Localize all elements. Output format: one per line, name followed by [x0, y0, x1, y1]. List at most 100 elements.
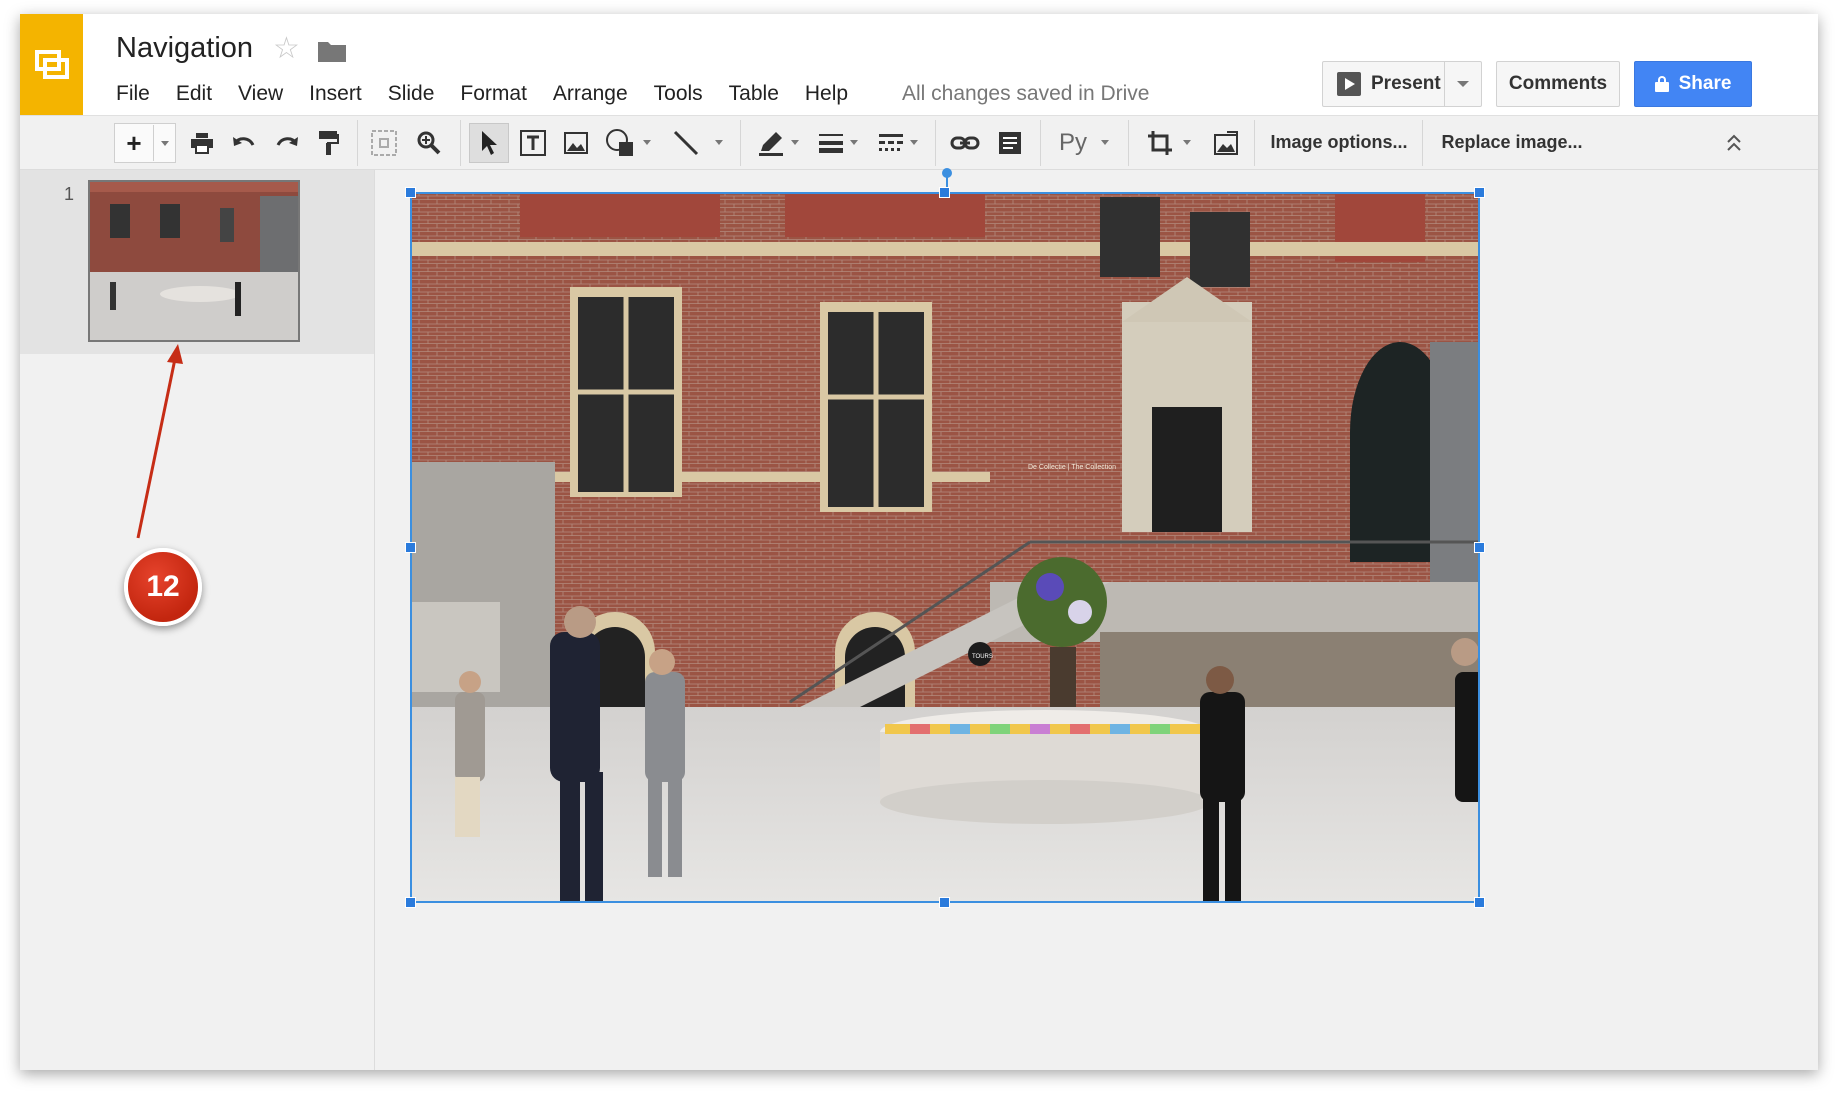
redo-icon — [276, 136, 298, 146]
line-icon — [673, 130, 699, 155]
collapse-toolbar-button[interactable] — [1714, 116, 1754, 169]
input-tools-label: Py — [1058, 128, 1087, 156]
new-slide-options[interactable] — [154, 140, 175, 146]
resize-handle-top-right[interactable] — [1474, 187, 1485, 198]
print-icon — [191, 132, 213, 154]
menu-format[interactable]: Format — [460, 81, 527, 107]
resize-handle-bottom-right[interactable] — [1474, 897, 1485, 908]
toolbar-separator — [1040, 120, 1041, 166]
menu-file[interactable]: File — [116, 81, 150, 107]
image-options-label: Image options... — [1270, 132, 1408, 152]
chevron-down-icon — [643, 140, 651, 145]
play-icon — [1337, 72, 1361, 96]
share-button[interactable]: Share — [1634, 61, 1752, 107]
reset-image-icon — [1214, 130, 1238, 155]
plus-icon: + — [115, 125, 154, 161]
menu-bar: File Edit View Insert Slide Format Arran… — [116, 81, 874, 107]
replace-image-button[interactable]: Replace image... — [1424, 116, 1600, 169]
crop-icon — [1148, 130, 1172, 155]
toolbar-separator — [935, 120, 936, 166]
slide-filmstrip: 1 — [20, 170, 375, 1070]
link-icon — [950, 136, 980, 149]
fit-zoom-icon — [371, 129, 397, 156]
shape-icon — [606, 128, 633, 156]
chevron-down-icon — [1457, 81, 1469, 87]
undo-button[interactable] — [227, 116, 261, 169]
paint-format-button[interactable] — [312, 116, 346, 169]
insert-link-button[interactable] — [945, 116, 985, 169]
zoom-icon — [417, 131, 441, 154]
resize-handle-top-left[interactable] — [405, 187, 416, 198]
chevron-down-icon — [715, 140, 723, 145]
share-label: Share — [1678, 73, 1732, 94]
line-button[interactable] — [664, 116, 730, 169]
menu-edit[interactable]: Edit — [176, 81, 212, 107]
reset-image-button[interactable] — [1206, 116, 1246, 169]
toolbar: + Py Image options... Replace image... — [20, 115, 1818, 170]
document-title[interactable]: Navigation — [116, 32, 253, 65]
star-icon[interactable]: ☆ — [273, 32, 300, 66]
resize-handle-bottom-left[interactable] — [405, 897, 416, 908]
crop-button[interactable] — [1136, 116, 1202, 169]
menu-view[interactable]: View — [238, 81, 283, 107]
museum-photo: De Collectie | The Collection TOURS — [410, 192, 1480, 903]
resize-handle-top[interactable] — [939, 187, 950, 198]
toolbar-separator — [1422, 120, 1423, 166]
paint-format-icon — [319, 130, 339, 155]
menu-slide[interactable]: Slide — [388, 81, 435, 107]
new-slide-button[interactable]: + — [114, 123, 176, 163]
menu-insert[interactable]: Insert — [309, 81, 362, 107]
toolbar-separator — [460, 120, 461, 166]
callout-badge: 12 — [124, 548, 202, 626]
slide-canvas[interactable]: De Collectie | The Collection TOURS — [375, 168, 1818, 1070]
line-dash-icon — [879, 133, 903, 151]
text-box-button[interactable] — [514, 116, 552, 169]
present-options-button[interactable] — [1445, 81, 1481, 87]
slide-thumbnail-image — [90, 182, 298, 340]
rotate-handle[interactable] — [942, 168, 952, 178]
chevron-down-icon — [791, 140, 799, 145]
toolbar-separator — [357, 120, 358, 166]
comment-icon — [999, 131, 1021, 154]
line-weight-button[interactable] — [810, 116, 866, 169]
shape-button[interactable] — [600, 116, 656, 169]
insert-comment-button[interactable] — [990, 116, 1030, 169]
line-color-button[interactable] — [750, 116, 806, 169]
chevron-down-icon — [1183, 140, 1191, 145]
resize-handle-right[interactable] — [1474, 542, 1485, 553]
comments-button[interactable]: Comments — [1496, 61, 1620, 107]
redo-button[interactable] — [270, 116, 304, 169]
menu-arrange[interactable]: Arrange — [553, 81, 628, 107]
menu-tools[interactable]: Tools — [654, 81, 703, 107]
toolbar-separator — [1128, 120, 1129, 166]
tours-sign: TOURS — [972, 654, 993, 660]
undo-icon — [233, 136, 255, 146]
zoom-button[interactable] — [410, 116, 448, 169]
folder-icon[interactable] — [317, 39, 347, 68]
print-button[interactable] — [185, 116, 219, 169]
slides-logo[interactable] — [20, 14, 83, 115]
menu-table[interactable]: Table — [729, 81, 779, 107]
selected-image[interactable]: De Collectie | The Collection TOURS — [410, 192, 1480, 903]
save-status[interactable]: All changes saved in Drive — [902, 81, 1149, 107]
present-button-group: Present — [1322, 61, 1482, 107]
insert-image-button[interactable] — [557, 116, 595, 169]
select-tool-button[interactable] — [469, 116, 509, 169]
slides-logo-icon — [34, 49, 69, 79]
resize-handle-bottom[interactable] — [939, 897, 950, 908]
app-window: Navigation ☆ File Edit View Insert Slide… — [20, 14, 1818, 1070]
line-weight-icon — [819, 133, 843, 153]
line-dash-button[interactable] — [870, 116, 926, 169]
image-options-button[interactable]: Image options... — [1256, 116, 1422, 169]
image-icon — [564, 131, 588, 154]
resize-handle-left[interactable] — [405, 542, 416, 553]
chevron-down-icon — [850, 140, 858, 145]
callout-arrow — [136, 344, 183, 539]
menu-help[interactable]: Help — [805, 81, 848, 107]
text-box-icon — [520, 129, 546, 156]
slide-thumbnail[interactable] — [88, 180, 300, 342]
input-tools-button[interactable]: Py — [1048, 116, 1120, 169]
present-button[interactable]: Present — [1323, 62, 1445, 106]
fit-button[interactable] — [365, 116, 403, 169]
toolbar-separator — [1254, 120, 1255, 166]
